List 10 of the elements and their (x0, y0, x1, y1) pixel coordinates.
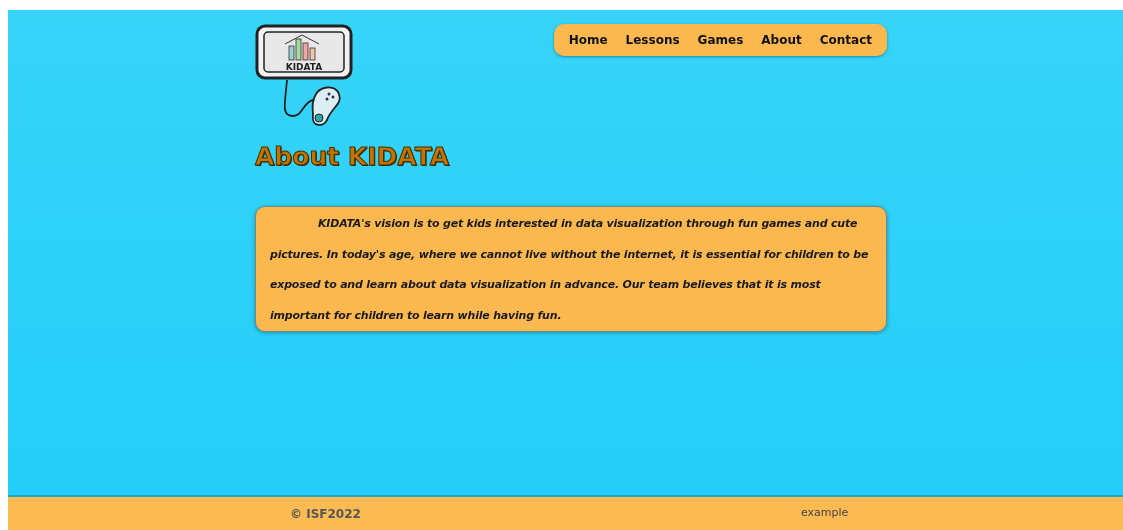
footer-link[interactable]: example (800, 505, 849, 522)
nav-link[interactable]: About (752, 28, 811, 52)
page-heading: About KIDATA (255, 142, 451, 172)
nav-link[interactable]: Lessons (616, 28, 689, 52)
nav-link[interactable]: Home (559, 28, 617, 52)
logo-drawing: KIDATA (255, 24, 355, 128)
copyright-text: © ISF2022 (290, 505, 361, 523)
nav-link[interactable]: Games (688, 28, 753, 52)
about-paragraph: KIDATA's vision is to get kids interested in data visualization through fun games and cute pictures. In today's age, where we cannot live without the internet, it is essential for children to be exposed to and learn about data visualization in advance. Our team believes that it is most important for children to learn while having fun. (270, 216, 870, 324)
nav-link[interactable]: Contact (810, 28, 881, 52)
